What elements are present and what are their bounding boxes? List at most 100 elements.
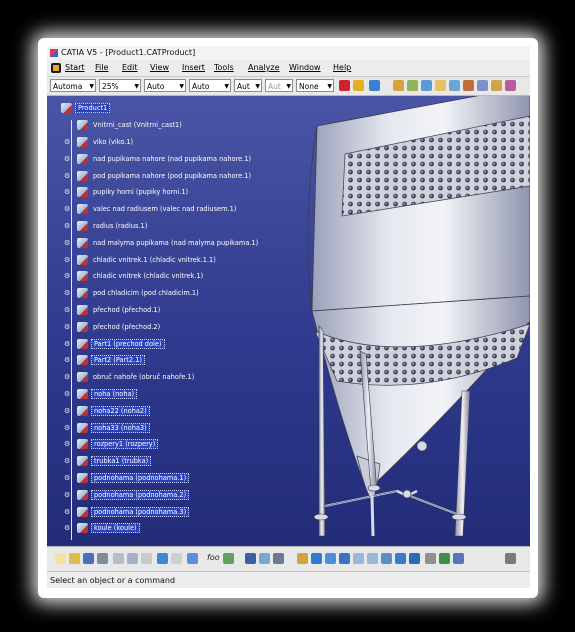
tree-child-label[interactable]: Vnitrni_cast (Vnitrni_cast1) <box>91 121 184 129</box>
tree-item-label[interactable]: rozpery1 (rozpery) <box>91 439 159 450</box>
constraint-gear-icon[interactable]: ⚙ <box>64 239 70 247</box>
tree-item[interactable]: ⚙ radius (radius.1) <box>64 220 149 232</box>
constraint-gear-icon[interactable]: ⚙ <box>64 206 70 213</box>
tree-item[interactable]: ⚙ koule (koule) <box>64 522 140 534</box>
tree-item[interactable]: ⚙ Part1 (prechod dole) <box>64 338 165 350</box>
copy-icon[interactable] <box>127 553 138 564</box>
paint-icon[interactable] <box>339 80 350 91</box>
tree-item-label[interactable]: noha22 (noha2) <box>91 405 150 416</box>
constraint-gear-icon[interactable]: ⚙ <box>64 256 70 264</box>
menu-start[interactable]: Start <box>65 60 85 76</box>
cut-icon[interactable] <box>113 553 124 564</box>
specification-tree[interactable]: Product1 Vnitrni_cast (Vnitrni_cast1) ⚙ v… <box>51 100 311 540</box>
menu-tools[interactable]: Tools <box>214 60 234 76</box>
graph-tree-icon[interactable] <box>463 80 474 91</box>
constraint-gear-icon[interactable]: ⚙ <box>64 172 70 180</box>
tree-item[interactable]: ⚙ přechod (přechod.2) <box>64 321 162 333</box>
tree-item[interactable]: ⚙ Part2 (Part2.1) <box>64 354 145 366</box>
tree-item-label[interactable]: koule (koule) <box>91 523 140 534</box>
menu-file[interactable]: File <box>95 60 108 76</box>
tree-item-label[interactable]: obruč nahoře (obruč nahoře.1) <box>91 373 196 381</box>
multi-view-icon[interactable] <box>395 553 406 564</box>
combo-line-type[interactable]: Auto ▼ <box>189 79 231 92</box>
constraint-gear-icon[interactable]: ⚙ <box>64 391 70 398</box>
tree-item-label[interactable]: noha33 (noha3) <box>91 422 150 433</box>
tree-item[interactable]: ⚙ podnohama (podnohama.2) <box>64 489 190 501</box>
magnifier-icon[interactable] <box>505 553 516 564</box>
part-icon[interactable] <box>407 80 418 91</box>
paste-icon[interactable] <box>141 553 152 564</box>
tree-root[interactable]: Product1 <box>61 102 111 114</box>
help-icon[interactable] <box>187 553 198 564</box>
constraint-gear-icon[interactable]: ⚙ <box>64 155 70 163</box>
menu-window[interactable]: Window <box>289 60 321 76</box>
menu-analyze[interactable]: Analyze <box>248 60 280 76</box>
save-icon[interactable] <box>83 553 94 564</box>
tree-item-label[interactable]: viko (viko.1) <box>91 138 135 146</box>
comment-icon[interactable] <box>223 553 234 564</box>
tree-item-label[interactable]: pupiky horni (pupiky horni.1) <box>91 188 190 196</box>
combo-transparency[interactable]: 25% ▼ <box>99 79 141 92</box>
tree-item[interactable]: ⚙ podnohama (podnohama.3) <box>64 506 190 518</box>
fit-all-icon[interactable] <box>311 553 322 564</box>
constraint-gear-icon[interactable]: ⚙ <box>64 139 70 146</box>
zoom-out-icon[interactable] <box>367 553 378 564</box>
properties-icon[interactable] <box>369 80 380 91</box>
tree-item[interactable]: ⚙ pupiky horni (pupiky horni.1) <box>64 186 190 198</box>
combo-layer[interactable]: Automa ▼ <box>50 79 96 92</box>
tree-item[interactable]: ⚙ trubka1 (trubka) <box>64 455 152 467</box>
constraint-gear-icon[interactable]: ⚙ <box>64 525 70 532</box>
menu-help[interactable]: Help <box>333 60 351 76</box>
tree-item[interactable]: ⚙ nad pupikama nahore (nad pupikama nahor… <box>64 153 253 165</box>
tree-item[interactable]: ⚙ noha33 (noha3) <box>64 422 150 434</box>
constraint-gear-icon[interactable]: ⚙ <box>64 189 70 196</box>
tree-item[interactable]: ⚙ obruč nahoře (obruč nahoře.1) <box>64 371 196 383</box>
fast-multi-icon[interactable] <box>505 80 516 91</box>
knowledge-icon[interactable] <box>259 553 270 564</box>
hide-show-icon[interactable] <box>439 553 450 564</box>
tree-item-label[interactable]: chladic vnitrek (chladic vnitrek.1) <box>91 272 205 280</box>
constraint-gear-icon[interactable]: ⚙ <box>64 508 70 516</box>
tree-item[interactable]: ⚙ noha (noha) <box>64 388 138 400</box>
tree-item[interactable]: ⚙ podnohama (podnohama.1) <box>64 472 190 484</box>
tree-item-label[interactable]: přechod (přechod.1) <box>91 306 162 314</box>
constraint-gear-icon[interactable]: ⚙ <box>64 475 70 482</box>
constraint-gear-icon[interactable]: ⚙ <box>64 491 70 499</box>
measure-icon[interactable] <box>273 553 284 564</box>
tree-root-label[interactable]: Product1 <box>75 103 111 113</box>
print-icon[interactable] <box>97 553 108 564</box>
constraint-gear-icon[interactable]: ⚙ <box>64 357 70 364</box>
tree-item[interactable]: ⚙ přechod (přechod.1) <box>64 304 162 316</box>
tree-item[interactable]: ⚙ pod pupikama nahore (pod pupikama nahor… <box>64 170 253 182</box>
tree-child[interactable]: Vnitrni_cast (Vnitrni_cast1) <box>77 119 184 131</box>
combo-point-type[interactable]: Aut ▼ <box>234 79 262 92</box>
fly-mode-icon[interactable] <box>297 553 308 564</box>
new-file-icon[interactable] <box>55 553 66 564</box>
combo-line-weight[interactable]: Auto ▼ <box>144 79 186 92</box>
open-folder-icon[interactable] <box>69 553 80 564</box>
tree-item-label[interactable]: radius (radius.1) <box>91 222 149 230</box>
tree-item[interactable]: ⚙ viko (viko.1) <box>64 136 135 148</box>
tree-item[interactable]: ⚙ chladic vnitrek (chladic vnitrek.1) <box>64 270 205 282</box>
start-icon[interactable] <box>51 63 61 73</box>
isometric-view-icon[interactable] <box>409 553 420 564</box>
existing-component-icon[interactable] <box>435 80 446 91</box>
constraint-gear-icon[interactable]: ⚙ <box>64 374 70 381</box>
product-icon[interactable] <box>393 80 404 91</box>
tree-item[interactable]: ⚙ noha22 (noha2) <box>64 405 150 417</box>
tree-item-label[interactable]: pod pupikama nahore (pod pupikama nahore… <box>91 172 253 180</box>
3d-viewport[interactable]: Product1 Vnitrni_cast (Vnitrni_cast1) ⚙ v… <box>47 96 530 546</box>
brush-icon[interactable] <box>353 80 364 91</box>
tree-item-label[interactable]: podnohama (podnohama.1) <box>91 473 190 483</box>
tree-item-label[interactable]: pod chladicim (pod chladicim.1) <box>91 289 201 297</box>
multi-instantiation-icon[interactable] <box>491 80 502 91</box>
constraint-gear-icon[interactable]: ⚙ <box>64 340 70 348</box>
component-icon[interactable] <box>421 80 432 91</box>
numbering-icon[interactable] <box>477 80 488 91</box>
rotate-icon[interactable] <box>339 553 350 564</box>
normal-view-icon[interactable] <box>381 553 392 564</box>
tree-item-label[interactable]: Part2 (Part2.1) <box>91 355 145 366</box>
redo-icon[interactable] <box>171 553 182 564</box>
tree-item[interactable]: ⚙ valec nad radiusem (valec nad radiusem.… <box>64 203 238 215</box>
tree-item[interactable]: ⚙ chladic vnitrek.1 (chladic vnitrek.1.1) <box>64 254 218 266</box>
